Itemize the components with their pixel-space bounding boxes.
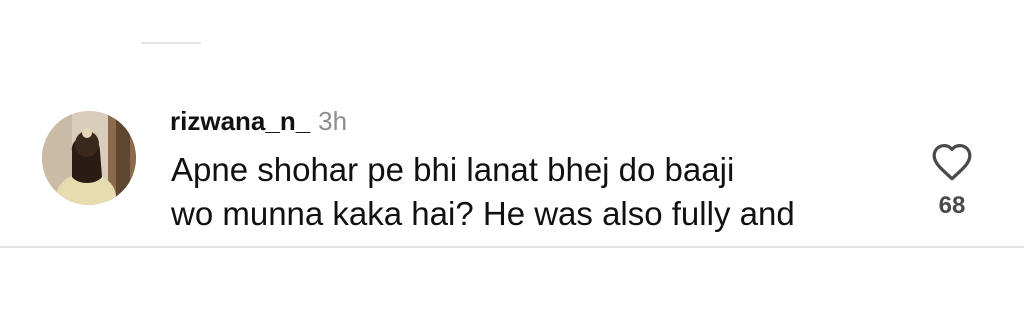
comment-text-line-1: Apne shohar pe bhi lanat bhej do baaji — [171, 151, 735, 188]
like-button[interactable] — [930, 142, 974, 182]
comment-text-line-2: wo munna kaka hai? He was also fully and — [171, 195, 795, 232]
avatar-image — [42, 111, 136, 205]
heart-outline-icon — [932, 144, 972, 181]
comment-timestamp: 3h — [318, 106, 348, 136]
avatar[interactable] — [42, 111, 136, 205]
bottom-divider — [0, 246, 1024, 248]
top-divider — [141, 42, 201, 44]
comment-item: rizwana_n_ 3h Apne shohar pe bhi lanat bh… — [0, 100, 1024, 246]
comment-text: Apne shohar pe bhi lanat bhej do baaji w… — [171, 148, 911, 236]
like-column: 68 — [924, 142, 980, 220]
comment-meta: rizwana_n_ 3h — [170, 106, 347, 141]
like-count: 68 — [938, 192, 966, 219]
username-link[interactable]: rizwana_n_ — [170, 106, 310, 136]
